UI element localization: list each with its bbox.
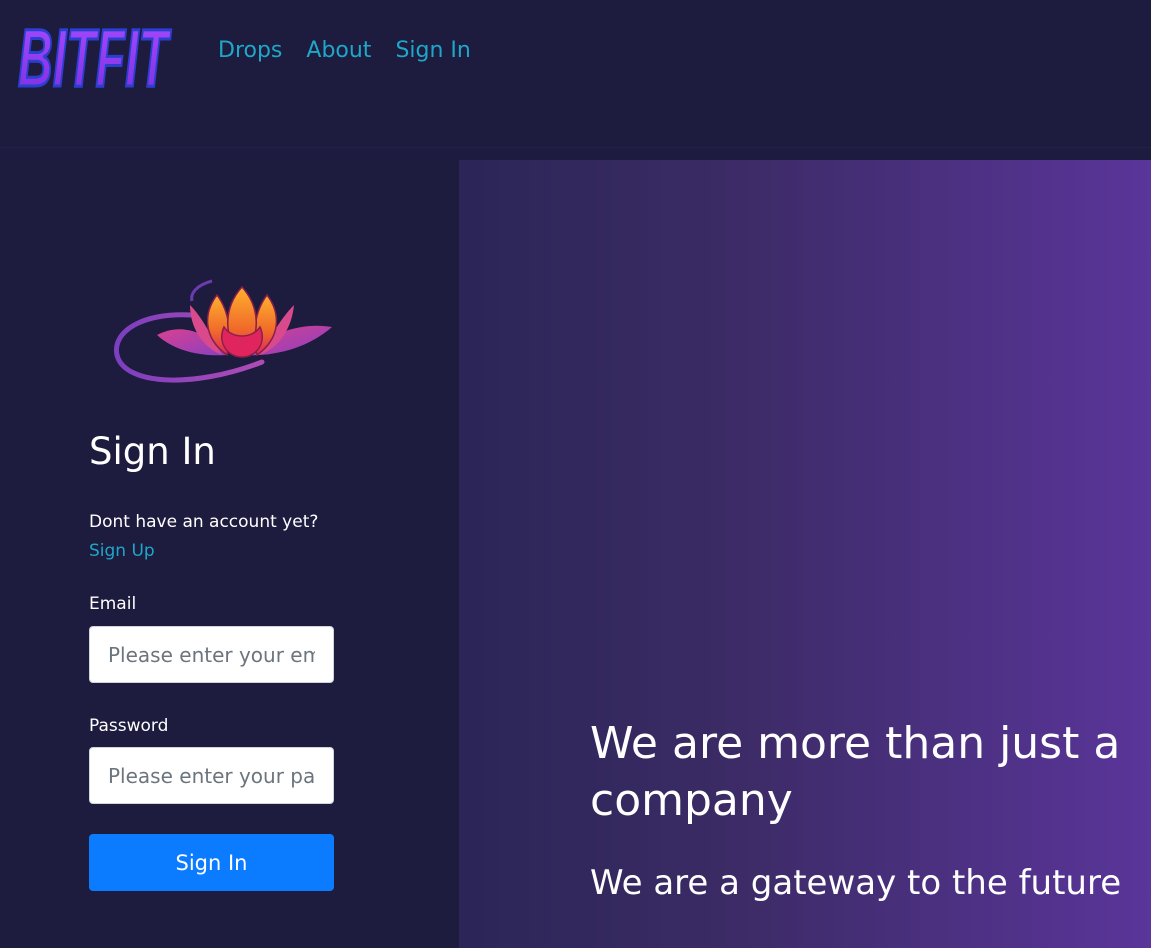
signin-title: Sign In <box>89 430 216 473</box>
bitfit-logo[interactable]: BITFIT <box>14 8 176 99</box>
main-nav: Drops About Sign In <box>218 38 471 63</box>
svg-text:BITFIT: BITFIT <box>18 13 171 98</box>
signup-link[interactable]: Sign Up <box>89 541 155 561</box>
password-input[interactable] <box>89 747 334 804</box>
password-label: Password <box>89 716 169 736</box>
nav-drops[interactable]: Drops <box>218 38 282 63</box>
hero-subheading: We are a gateway to the future <box>590 863 1122 903</box>
signin-panel <box>0 148 459 948</box>
lotus-logo <box>114 279 332 383</box>
signup-prompt: Dont have an account yet? <box>89 512 319 532</box>
nav-signin[interactable]: Sign In <box>395 38 470 63</box>
email-input[interactable] <box>89 626 334 683</box>
nav-about[interactable]: About <box>306 38 371 63</box>
navbar: BITFIT Drops About Sign In <box>0 0 1151 148</box>
hero-heading: We are more than just a company <box>590 718 1121 826</box>
hero-panel: We are more than just a company We are a… <box>459 160 1151 948</box>
email-label: Email <box>89 594 137 614</box>
signin-button[interactable]: Sign In <box>89 834 334 891</box>
